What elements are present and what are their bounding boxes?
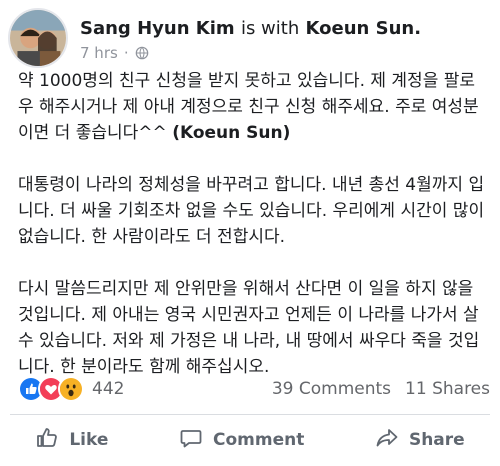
share-button[interactable]: Share xyxy=(375,426,465,455)
post-stats: 39 Comments 11 Shares xyxy=(272,379,490,399)
like-button[interactable]: Like xyxy=(35,426,108,455)
reaction-count[interactable]: 442 xyxy=(92,379,124,399)
mention-link[interactable]: (Koeun Sun) xyxy=(172,123,290,143)
post-paragraph-2: 대통령이 나라의 정체성을 바꾸려고 합니다. 내년 총선 4월까지 입니다. … xyxy=(18,175,485,247)
author-line: Sang Hyun Kim is with Koeun Sun. xyxy=(80,18,421,39)
post-meta: 7 hrs · xyxy=(80,44,149,62)
post-paragraph-1: 약 1000명의 친구 신청을 받지 못하고 있습니다. 제 계정을 팔로우 해… xyxy=(18,68,488,146)
post-paragraph-3: 다시 말씀드리지만 제 안위만을 위해서 산다면 이 일을 하지 않을 것입니다… xyxy=(18,279,480,377)
share-label: Share xyxy=(408,430,465,450)
meta-separator: · xyxy=(123,44,129,62)
comment-icon xyxy=(179,426,203,455)
share-icon xyxy=(375,426,399,455)
reactions-bar: 442 39 Comments 11 Shares xyxy=(18,374,490,404)
divider xyxy=(10,414,490,415)
wow-reaction-icon xyxy=(58,376,84,402)
avatar-photo xyxy=(10,10,66,66)
globe-icon xyxy=(135,46,149,60)
tagged-name[interactable]: Koeun Sun. xyxy=(306,18,422,39)
action-bar: Like Comment Share xyxy=(0,420,500,460)
post-header: Sang Hyun Kim is with Koeun Sun. 7 hrs · xyxy=(8,8,492,68)
reaction-icons[interactable] xyxy=(18,376,84,402)
avatar[interactable] xyxy=(8,8,68,68)
shares-count[interactable]: 11 Shares xyxy=(405,379,490,399)
thumbs-up-icon xyxy=(35,426,59,455)
with-text: is with xyxy=(240,18,300,39)
post-body: 약 1000명의 친구 신청을 받지 못하고 있습니다. 제 계정을 팔로우 해… xyxy=(18,68,488,406)
timestamp[interactable]: 7 hrs xyxy=(80,44,118,62)
like-label: Like xyxy=(69,430,109,450)
author-name[interactable]: Sang Hyun Kim xyxy=(80,18,235,39)
comment-button[interactable]: Comment xyxy=(179,426,304,455)
comment-label: Comment xyxy=(212,430,305,450)
comments-count[interactable]: 39 Comments xyxy=(272,379,391,399)
